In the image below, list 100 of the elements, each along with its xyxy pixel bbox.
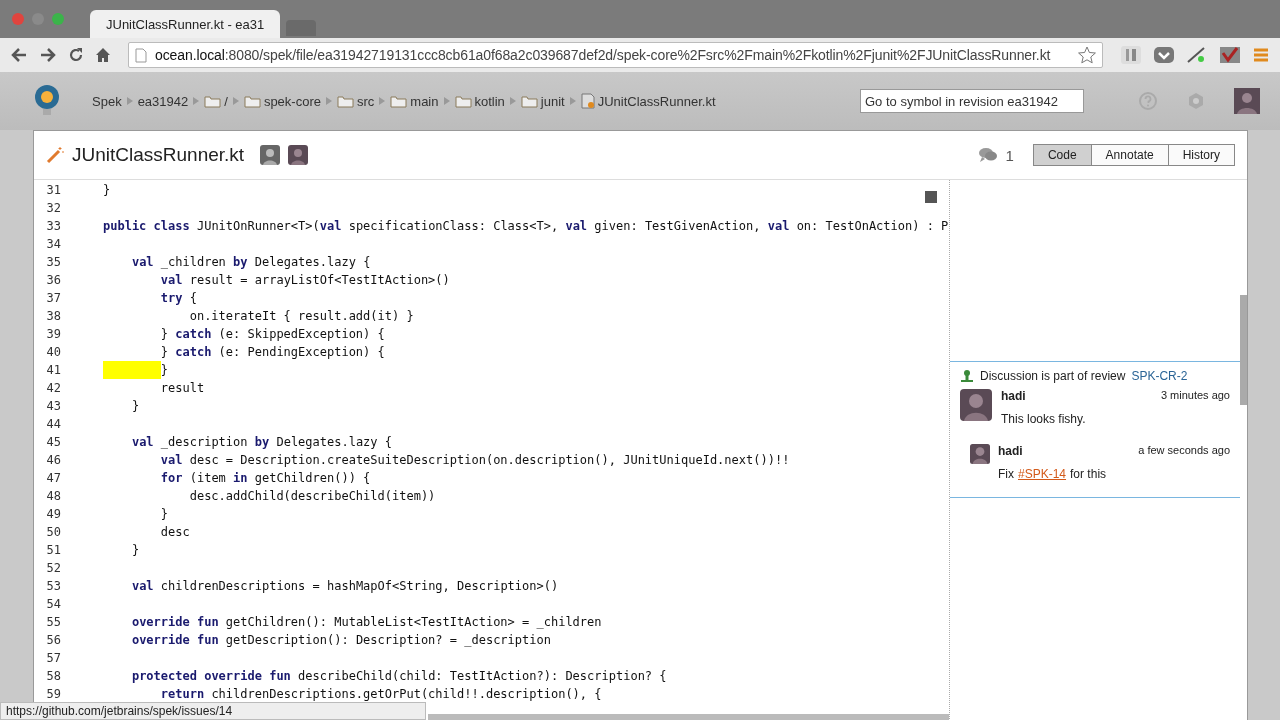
code-text: return childrenDescriptions.getOrPut(child!!.description(), {: [159, 687, 602, 701]
folder-icon: [243, 94, 261, 108]
line-number: 42: [45, 381, 61, 395]
breadcrumb-item[interactable]: JUnitClassRunner.kt: [580, 93, 716, 109]
line-number: 38: [45, 309, 61, 323]
line-number: 55: [45, 615, 61, 629]
line-number: 58: [45, 669, 61, 683]
line-number: 44: [45, 417, 61, 431]
comment-time: a few seconds ago: [1138, 444, 1230, 458]
file-title: JUnitClassRunner.kt: [72, 144, 245, 166]
line-number: 57: [45, 651, 61, 665]
line-number: 36: [45, 273, 61, 287]
line-number: 43: [45, 399, 61, 413]
file-icon: [580, 93, 595, 109]
line-number: 52: [45, 561, 61, 575]
comment-author[interactable]: hadi: [998, 444, 1023, 458]
comment-count: 1: [1005, 146, 1014, 164]
separator-icon: [232, 97, 239, 105]
breadcrumb-item[interactable]: ea31942: [137, 93, 189, 109]
reload-icon[interactable]: [68, 47, 84, 63]
avatar: [970, 444, 990, 464]
zoom-window-button[interactable]: [52, 13, 64, 25]
back-icon[interactable]: [10, 47, 28, 63]
review-link[interactable]: SPK-CR-2: [1131, 369, 1188, 383]
star-icon[interactable]: [1078, 46, 1096, 64]
issue-link[interactable]: #SPK-14: [1018, 467, 1067, 481]
marker-icon: [925, 191, 937, 203]
browser-tab[interactable]: JUnitClassRunner.kt - ea31: [90, 10, 280, 38]
code-text: try {: [159, 291, 197, 305]
view-tab[interactable]: Annotate: [1090, 144, 1169, 166]
line-number: 54: [45, 597, 61, 611]
pocket-icon[interactable]: [1153, 45, 1175, 65]
code-text: protected override fun describeChild(child: TestItAction?): Description? {: [130, 669, 667, 683]
code-text: val desc = Description.createSuiteDescription(on.description(), JUnitUniqueId.next())!!: [159, 453, 790, 467]
code-text: desc: [159, 525, 190, 539]
code-text: on.iterateIt { result.add(it) }: [188, 309, 414, 323]
line-number: 37: [45, 291, 61, 305]
breadcrumb-item[interactable]: src: [336, 93, 375, 109]
home-icon[interactable]: [95, 47, 111, 63]
breadcrumb-item[interactable]: junit: [520, 93, 565, 109]
code-text: for (item in getChildren()) {: [159, 471, 371, 485]
horizontal-scrollbar[interactable]: [428, 714, 949, 720]
folder-icon: [520, 94, 538, 108]
code-text: }: [159, 507, 169, 521]
breadcrumb-item[interactable]: spek-core: [243, 93, 321, 109]
line-number: 32: [45, 201, 61, 215]
code-text: val _children by Delegates.lazy {: [130, 255, 371, 269]
line-number: 40: [45, 345, 61, 359]
code-text: result: [159, 381, 205, 395]
comments-icon[interactable]: [977, 147, 998, 163]
menu-icon[interactable]: [1252, 46, 1270, 64]
breadcrumb-item[interactable]: /: [204, 93, 228, 109]
code-text: desc.addChild(describeChild(item)): [188, 489, 436, 503]
code-text: }: [130, 399, 140, 413]
code-text: } catch (e: PendingException) {: [159, 345, 385, 359]
line-number: 49: [45, 507, 61, 521]
line-number: 35: [45, 255, 61, 269]
view-tab[interactable]: Code: [1032, 144, 1092, 166]
separator-icon: [379, 97, 386, 105]
symbol-search-field[interactable]: Go to symbol in revision ea31942: [860, 89, 1084, 113]
line-number: 33: [45, 219, 61, 233]
line-number: 51: [45, 543, 61, 557]
discussion-intro: Discussion is part of review: [980, 369, 1126, 383]
wand-icon: [46, 146, 64, 164]
avatar: [960, 389, 992, 421]
vertical-scrollbar[interactable]: [1240, 295, 1247, 405]
review-icon: [960, 369, 974, 383]
breadcrumb-item[interactable]: Spek: [92, 93, 122, 109]
code-text: override fun getDescription(): Description? = _description: [130, 633, 551, 647]
code-text: val _description by Delegates.lazy {: [130, 435, 393, 449]
status-url: https://github.com/jetbrains/spek/issues/14: [0, 702, 426, 720]
line-number: 47: [45, 471, 61, 485]
comment-author[interactable]: hadi: [1001, 389, 1026, 403]
breadcrumb-item[interactable]: kotlin: [454, 93, 505, 109]
separator-icon: [325, 97, 332, 105]
address-bar[interactable]: ocean.local:8080/spek/file/ea31942719131ccc8cb61a0f68a2c039687def2d/spek-core%2Fsrc%2Fmain%2Fkotlin%2Fjunit%2FJUnitClassRunner.kt: [128, 42, 1103, 68]
code-text: }: [159, 363, 169, 377]
folder-icon: [454, 94, 472, 108]
logo-icon[interactable]: [32, 84, 62, 118]
breadcrumb-item[interactable]: main: [390, 93, 439, 109]
view-tab[interactable]: History: [1167, 144, 1235, 166]
comment-text: Fix #SPK-14 for this: [998, 467, 1108, 483]
line-number: 56: [45, 633, 61, 647]
folder-icon: [390, 94, 408, 108]
line-number: 48: [45, 489, 61, 503]
avatar[interactable]: [1234, 88, 1260, 114]
separator-icon: [569, 97, 576, 105]
code-text: val childrenDescriptions = hashMapOf<String, Description>(): [130, 579, 559, 593]
folder-icon: [204, 94, 222, 108]
code-text: } catch (e: SkippedException) {: [159, 327, 385, 341]
separator-icon: [193, 97, 200, 105]
comment-text: This looks fishy.: [1001, 412, 1087, 428]
code-text: }: [130, 543, 140, 557]
forward-icon[interactable]: [39, 47, 57, 63]
line-number: 50: [45, 525, 61, 539]
line-number: 59: [45, 687, 61, 701]
line-number: 39: [45, 327, 61, 341]
code-text: }: [103, 183, 111, 197]
code-text: override fun getChildren(): MutableList<TestItAction> = _children: [130, 615, 602, 629]
checkmark-icon[interactable]: [1219, 45, 1241, 65]
